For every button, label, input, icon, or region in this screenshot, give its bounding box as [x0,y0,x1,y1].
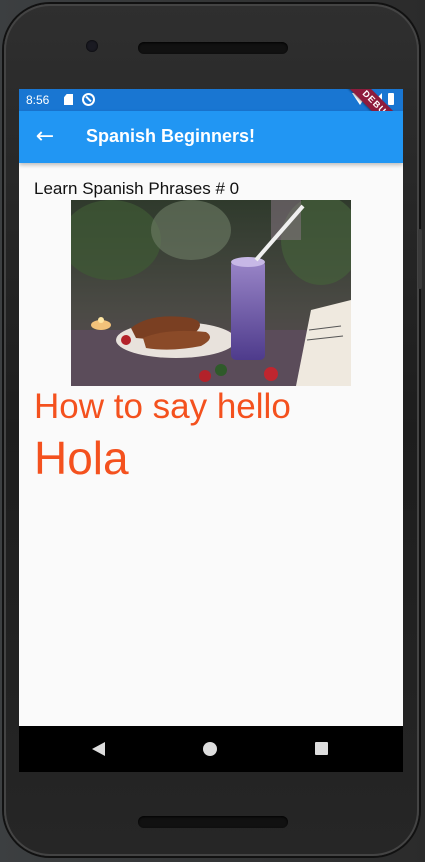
phrase-header: Learn Spanish Phrases # 0 [34,179,240,198]
status-bar: 8:56 [19,89,403,111]
nav-back-icon[interactable] [92,742,105,756]
bottom-speaker [138,816,288,828]
no-disturb-icon [82,93,95,106]
front-camera [86,40,98,52]
back-button[interactable]: ← [31,123,59,151]
app-screen: 8:56 DEBUG ← Spanish Beginners! Learn Sp… [19,89,403,772]
battery-icon [388,93,394,105]
side-button[interactable] [418,229,422,289]
app-title: Spanish Beginners! [86,126,256,146]
nav-home-icon[interactable] [203,742,217,756]
food-photo [71,200,351,386]
top-speaker [138,42,288,54]
status-time: 8:56 [26,93,50,107]
navigation-bar [19,726,403,772]
spanish-phrase: Hola [34,432,129,484]
arrow-back-icon: ← [35,124,55,149]
english-phrase: How to say hello [34,387,291,426]
sd-card-icon [64,94,73,105]
nav-recents-icon[interactable] [315,742,328,755]
app-bar: ← Spanish Beginners! [19,111,403,163]
